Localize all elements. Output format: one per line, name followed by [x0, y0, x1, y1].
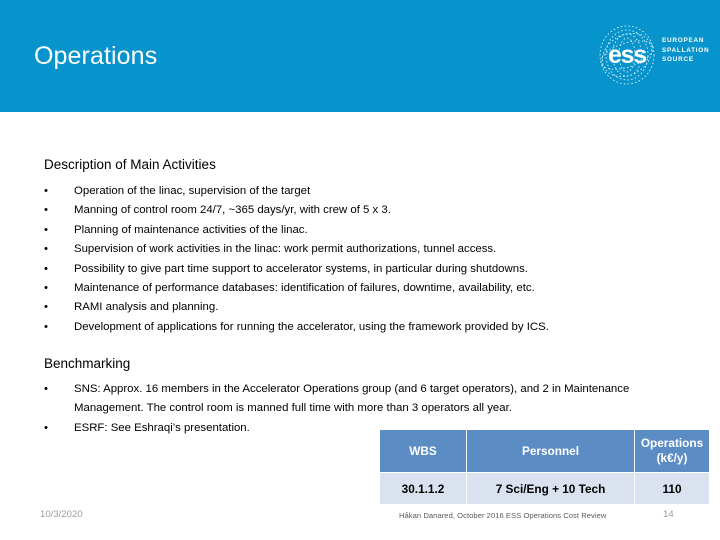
- bullet-icon: •: [44, 320, 48, 333]
- bullet-icon: •: [44, 421, 48, 434]
- footer-page-number: 14: [663, 509, 674, 520]
- bullet-icon: •: [44, 185, 48, 197]
- slide-header-banner: Operations ess EUROPEAN SPALLATION SOURC…: [0, 0, 720, 112]
- table-header-operations-line1: Operations: [640, 436, 704, 450]
- table-header-wbs-line1: WBS: [409, 443, 437, 458]
- list-item-text: Maintenance of performance databases: id…: [74, 282, 535, 295]
- bullet-icon: •: [44, 243, 48, 256]
- bullet-icon: •: [44, 204, 48, 217]
- svg-text:ess: ess: [608, 41, 646, 69]
- list-item: • RAMI analysis and planning.: [40, 298, 690, 317]
- bullet-icon: •: [44, 262, 48, 275]
- activities-bullet-list: • Operation of the linac, supervision of…: [40, 182, 690, 337]
- list-item: • Supervision of work activities in the …: [40, 240, 690, 259]
- table-cell-wbs: 30.1.1.2: [379, 472, 467, 505]
- table-header-personnel-line1: Personnel: [521, 443, 580, 458]
- list-item-text: SNS: Approx. 16 members in the Accelerat…: [74, 383, 630, 415]
- list-item: • SNS: Approx. 16 members in the Acceler…: [40, 380, 690, 419]
- table-header-personnel: Personnel: [466, 429, 635, 473]
- bullet-icon: •: [44, 282, 48, 295]
- table-cell-operations: 110: [634, 472, 710, 505]
- footer-attribution: Håkan Danared, October 2016 ESS Operatio…: [399, 511, 607, 520]
- table-header-row: WBS Personnel Operations (k€/y): [379, 429, 710, 473]
- list-item: • Operation of the linac, supervision of…: [40, 182, 690, 201]
- ess-logo-line-2: SPALLATION: [662, 46, 710, 54]
- bullet-icon: •: [44, 223, 48, 236]
- slide-body: Description of Main Activities • Operati…: [0, 112, 720, 540]
- list-item-text: Operation of the linac, supervision of t…: [74, 185, 311, 197]
- list-item-text: RAMI analysis and planning.: [74, 301, 219, 314]
- table-header-operations: Operations (k€/y): [634, 429, 710, 473]
- page-title: Operations: [34, 42, 158, 70]
- ess-logo-line-1: EUROPEAN: [662, 37, 705, 44]
- section-heading-activities: Description of Main Activities: [44, 157, 216, 172]
- list-item-text: Development of applications for running …: [74, 320, 549, 333]
- table-header-wbs: WBS: [379, 429, 467, 473]
- ess-logo-wordmark: EUROPEAN SPALLATION SOURCE: [662, 36, 709, 65]
- bullet-icon: •: [44, 383, 48, 395]
- ess-logo-mark-icon: ess: [599, 25, 655, 85]
- list-item-text: Planning of maintenance activities of th…: [74, 223, 308, 236]
- list-item-text: Possibility to give part time support to…: [74, 262, 528, 275]
- list-item: • Manning of control room 24/7, ~365 day…: [40, 201, 690, 220]
- table-header-operations-line2: (k€/y): [656, 451, 688, 465]
- operations-cost-table: WBS Personnel Operations (k€/y) 30.1.1.2…: [379, 429, 710, 505]
- bullet-icon: •: [44, 301, 48, 314]
- list-item: • Development of applications for runnin…: [40, 318, 690, 337]
- list-item: • Possibility to give part time support …: [40, 260, 690, 279]
- table-row: 30.1.1.2 7 Sci/Eng + 10 Tech 110: [379, 472, 710, 505]
- footer-date: 10/3/2020: [40, 509, 83, 520]
- list-item: • Planning of maintenance activities of …: [40, 221, 690, 240]
- ess-logo: ess EUROPEAN SPALLATION SOURCE: [596, 24, 709, 86]
- section-heading-benchmarking: Benchmarking: [44, 356, 131, 371]
- table-cell-personnel: 7 Sci/Eng + 10 Tech: [466, 472, 635, 505]
- ess-logo-line-3: SOURCE: [662, 56, 694, 64]
- list-item: • Maintenance of performance databases: …: [40, 279, 690, 298]
- list-item-text: Supervision of work activities in the li…: [74, 243, 497, 256]
- list-item-text: Manning of control room 24/7, ~365 days/…: [74, 204, 391, 217]
